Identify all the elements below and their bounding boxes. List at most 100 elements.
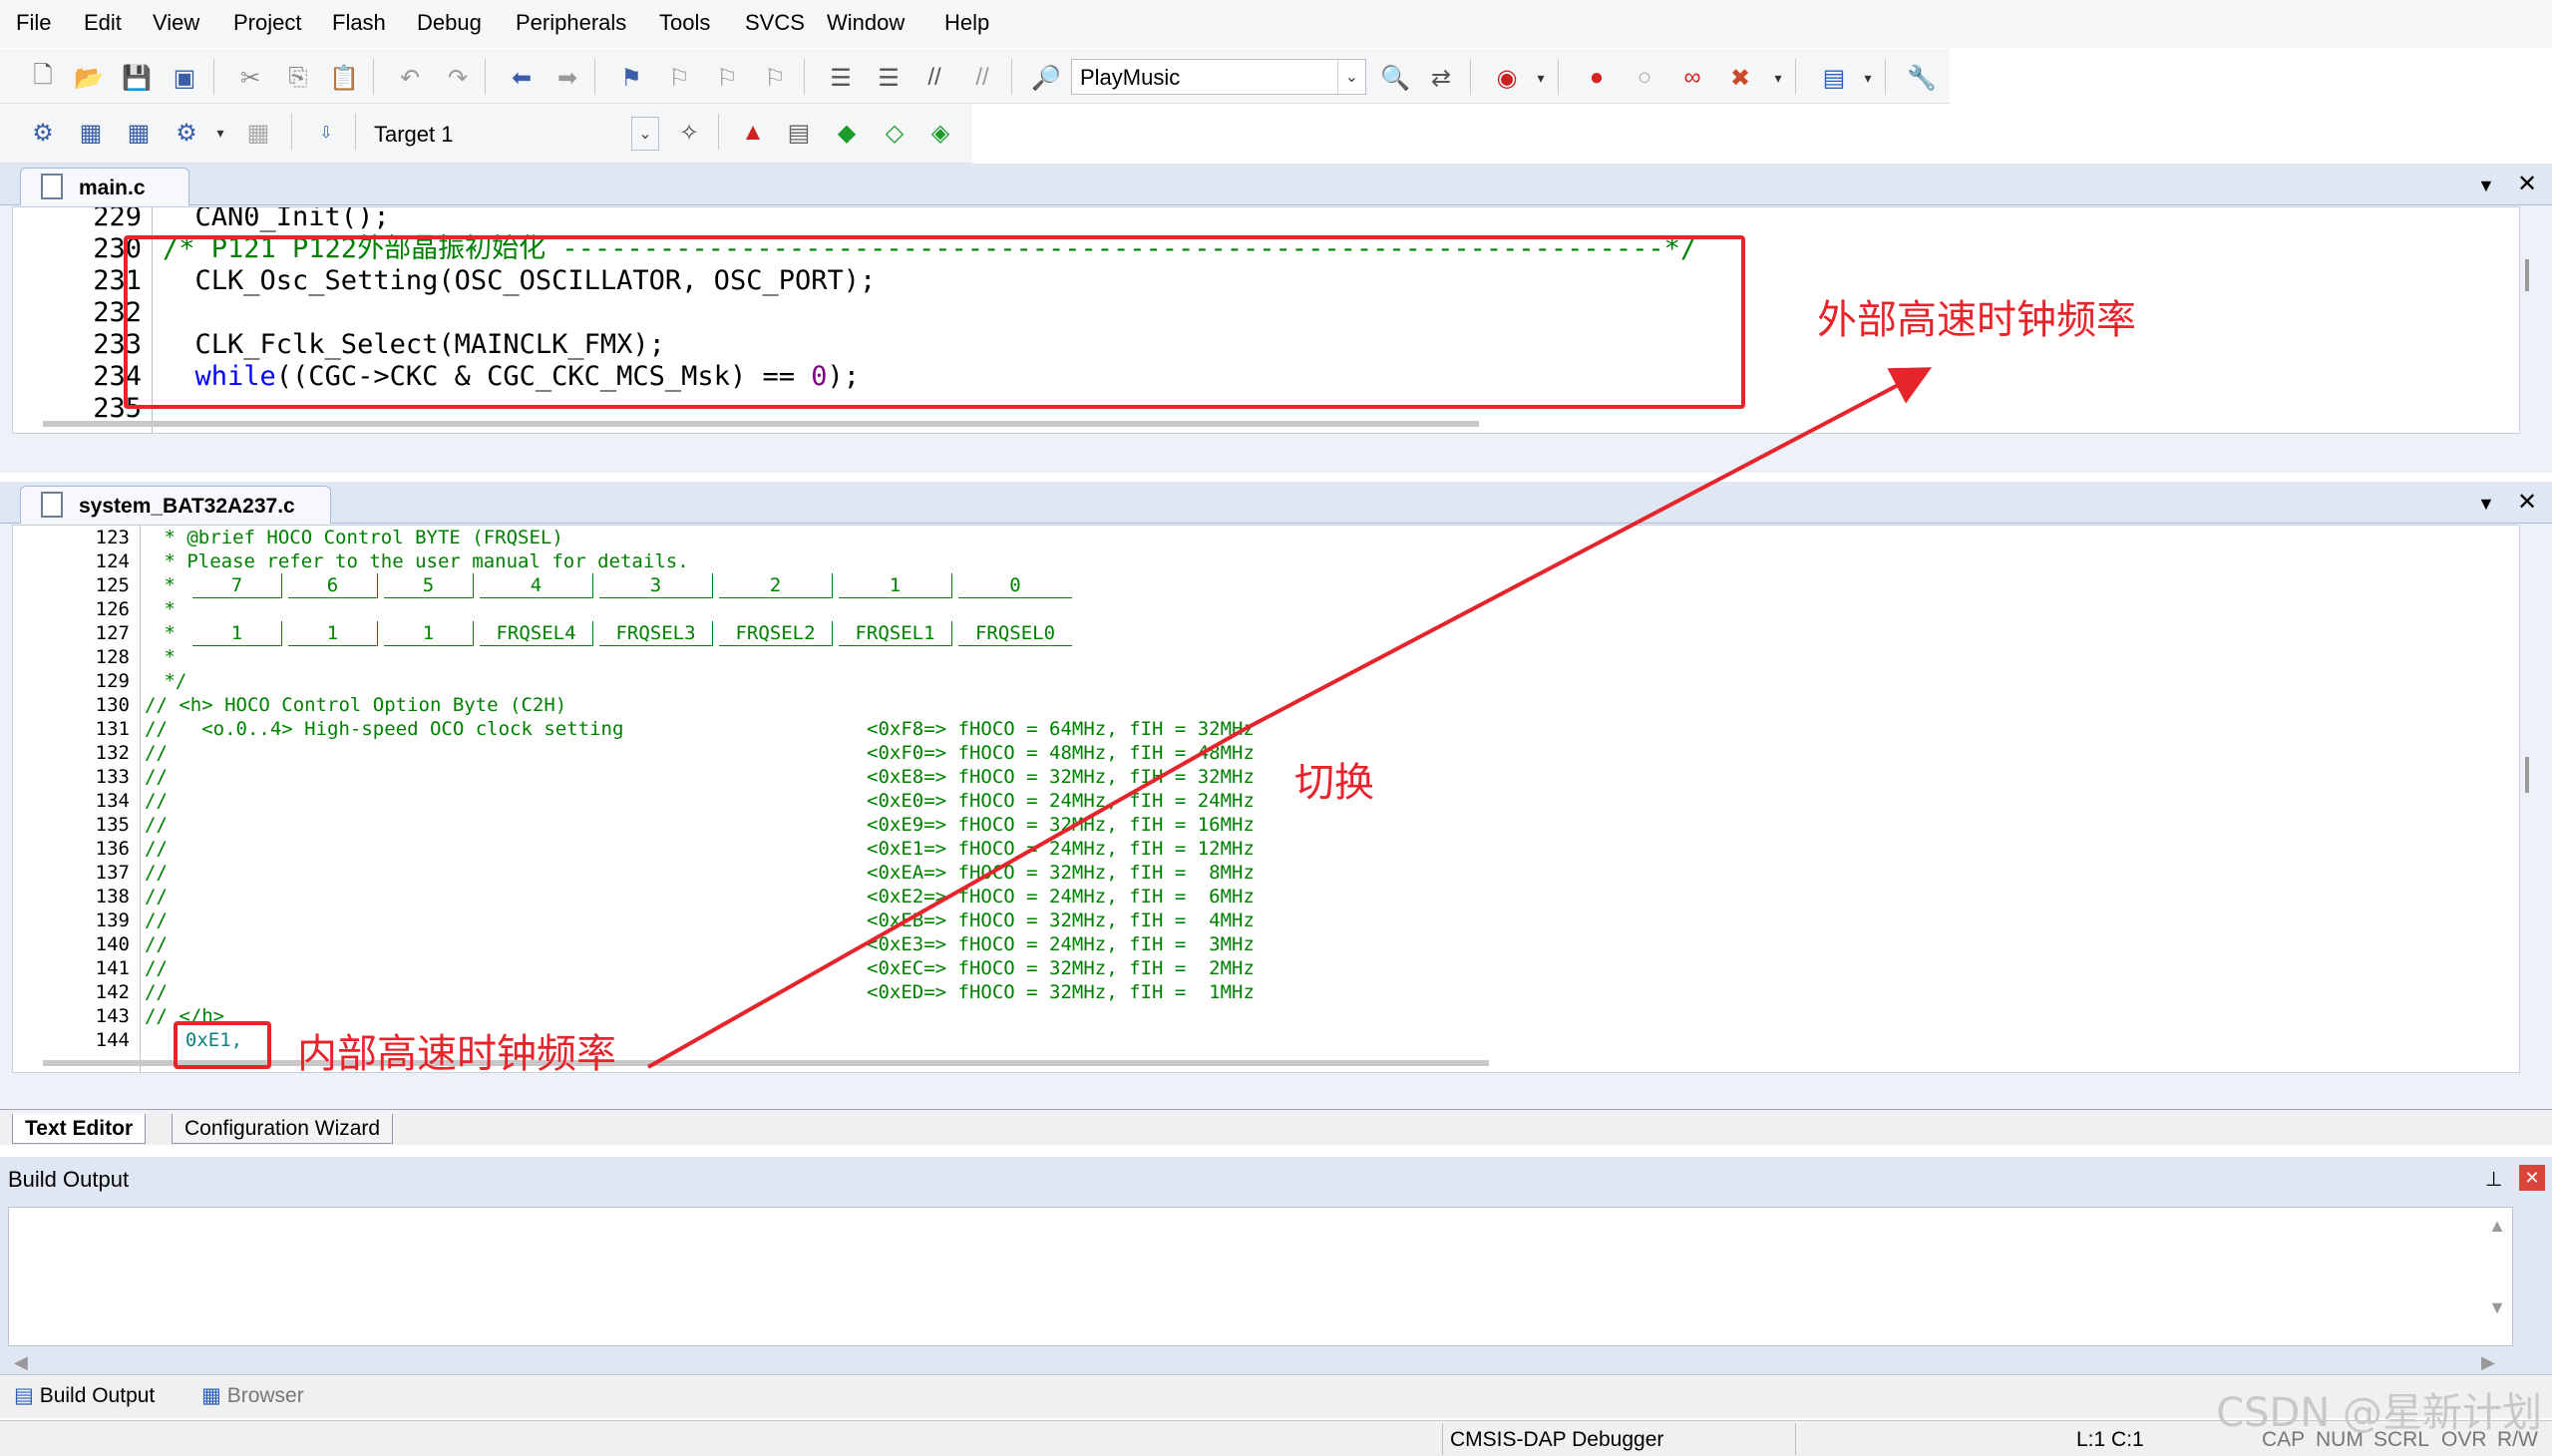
menu-window[interactable]: Window [827,10,905,36]
file-extensions-icon[interactable]: ▤ [784,118,814,148]
close-icon[interactable]: ✕ [2517,488,2537,517]
tab-system-bat32a237-c[interactable]: system_BAT32A237.c [20,486,331,524]
save-icon[interactable]: 💾 [122,63,152,93]
save-all-icon[interactable]: ▣ [170,63,199,93]
nav-forward-icon[interactable]: ➡ [552,63,582,93]
menu-file[interactable]: File [16,10,51,36]
tab-configuration-wizard[interactable]: Configuration Wizard [172,1114,394,1144]
manage-components-icon[interactable]: ▲ [738,118,768,148]
menu-debug[interactable]: Debug [417,10,482,36]
batch-build-icon[interactable]: ⚙ [172,118,201,148]
bookmark-prev-icon[interactable]: ⚐ [664,63,694,93]
breakpoints-kill-all-icon[interactable]: ✖ [1725,63,1755,93]
code-line-slashes: // [145,862,168,884]
hoco-option-line: <0xED=> fHOCO = 32MHz, fIH = 1MHz [867,981,1255,1003]
window-layout-icon[interactable]: ▤ [1819,63,1849,93]
hoco-option-line: <0xEA=> fHOCO = 32MHz, fIH = 8MHz [867,862,1255,884]
chevron-down-icon[interactable]: ▾ [1763,63,1793,93]
breakpoint-disable-icon[interactable]: ○ [1630,63,1659,93]
horizontal-scrollbar[interactable] [43,421,1479,427]
chevron-down-icon[interactable]: ▼ [2477,176,2495,196]
chevron-down-icon[interactable]: ▾ [1526,63,1556,93]
menu-edit[interactable]: Edit [84,10,122,36]
select-software-packs-icon[interactable]: ◇ [880,118,910,148]
new-file-icon[interactable]: 🗋 [28,62,58,93]
close-icon[interactable]: ✕ [2519,1165,2545,1191]
bookmark-next-icon[interactable]: ⚐ [712,63,742,93]
configure-icon[interactable]: 🔧 [1907,63,1937,93]
chevron-down-icon[interactable]: ▾ [205,118,235,148]
menu-tools[interactable]: Tools [659,10,710,36]
menu-svcs[interactable]: SVCS [745,10,805,36]
nav-back-icon[interactable]: ⬅ [507,63,537,93]
tab-strip: main.c ▼ ✕ [0,164,2552,205]
target-options-icon[interactable]: ✧ [674,118,704,148]
debug-session-icon[interactable]: ◉ [1492,63,1522,93]
chevron-down-icon[interactable]: ⌄ [1337,60,1365,94]
target-select[interactable]: Target 1 ⌄ [365,116,660,152]
scroll-up-icon[interactable]: ▲ [2488,1216,2506,1237]
vertical-scrollbar[interactable] [2525,259,2529,291]
line-number: 141 [95,957,130,979]
chevron-down-icon[interactable]: ⌄ [631,117,659,151]
find-in-files-icon[interactable]: 🔎 [1031,63,1061,93]
bookmark-icon[interactable]: ⚑ [616,63,646,93]
breakpoint-icon[interactable]: ● [1582,63,1612,93]
open-folder-icon[interactable]: 📂 [74,63,104,93]
scroll-left-icon[interactable]: ◀ [14,1352,28,1373]
hoco-option-line: <0xEB=> fHOCO = 32MHz, fIH = 4MHz [867,910,1255,931]
close-icon[interactable]: ✕ [2517,170,2537,198]
hoco-option-line: <0xE2=> fHOCO = 24MHz, fIH = 6MHz [867,886,1255,908]
copy-icon[interactable]: ⎘ [283,63,313,93]
status-cursor-position: L:1 C:1 [2076,1428,2144,1451]
tab-text-editor[interactable]: Text Editor [12,1114,147,1144]
cut-icon[interactable]: ✂ [235,63,265,93]
file-toolbar: 🗋 📂 💾 ▣ ✂ ⎘ 📋 ↶ ↷ ⬅ ➡ ⚑ ⚐ ⚐ ⚐ ☰ ☰ // // … [0,49,1950,104]
menu-project[interactable]: Project [233,10,301,36]
tab-build-output[interactable]: ▤ Build Output [14,1383,155,1408]
status-debugger: CMSIS-DAP Debugger [1450,1428,1664,1451]
bit-value-cell: FRQSEL1 [839,621,952,646]
scroll-down-icon[interactable]: ▼ [2488,1297,2506,1318]
bit-value-cell: FRQSEL4 [480,621,593,646]
rebuild-icon[interactable]: ▦ [124,118,154,148]
build-output-text[interactable]: ▲ ▼ [8,1207,2513,1346]
line-number: 142 [95,981,130,1003]
tab-main-c[interactable]: main.c [20,168,189,205]
scroll-right-icon[interactable]: ▶ [2481,1352,2495,1373]
find-icon[interactable]: 🔍 [1380,63,1410,93]
pack-installer-icon[interactable]: ◆ [832,118,862,148]
unindent-icon[interactable]: ☰ [874,63,904,93]
toolbar-separator [373,59,374,95]
watermark: CSDN @星新计划 [2216,1390,2542,1436]
code-line-slashes: // [145,957,168,979]
redo-icon[interactable]: ↷ [443,63,473,93]
incremental-find-icon[interactable]: ⇄ [1426,63,1456,93]
bookmark-clear-icon[interactable]: ⚐ [760,63,790,93]
stop-build-icon[interactable]: ▦ [243,118,273,148]
hoco-option-line: <0xF8=> fHOCO = 64MHz, fIH = 32MHz [867,718,1255,740]
menu-view[interactable]: View [153,10,199,36]
uncomment-icon[interactable]: // [967,63,997,93]
menu-flash[interactable]: Flash [332,10,386,36]
menu-peripherals[interactable]: Peripherals [516,10,626,36]
chevron-down-icon[interactable]: ▾ [1853,63,1883,93]
build-icon[interactable]: ▦ [76,118,106,148]
find-combo[interactable]: PlayMusic ⌄ [1071,59,1366,95]
manage-run-time-icon[interactable]: ◈ [925,118,955,148]
pin-icon[interactable]: ⊥ [2485,1167,2502,1192]
breakpoints-disable-all-icon[interactable]: ∞ [1677,63,1707,93]
undo-icon[interactable]: ↶ [395,63,425,93]
translate-icon[interactable]: ⚙ [28,118,58,148]
code-line-slashes: // [145,910,168,931]
code-editor-system[interactable]: 123 124 125 126 127 128 129 130 131 132 … [12,525,2520,1073]
download-load-icon[interactable]: ⇩ [311,118,341,148]
comment-icon[interactable]: // [919,63,949,93]
toolbar-separator [291,114,292,150]
paste-icon[interactable]: 📋 [329,63,359,93]
chevron-down-icon[interactable]: ▼ [2477,494,2495,515]
tab-browser[interactable]: ▦ Browser [201,1383,304,1408]
vertical-scrollbar[interactable] [2525,757,2529,793]
indent-icon[interactable]: ☰ [826,63,856,93]
menu-help[interactable]: Help [944,10,989,36]
